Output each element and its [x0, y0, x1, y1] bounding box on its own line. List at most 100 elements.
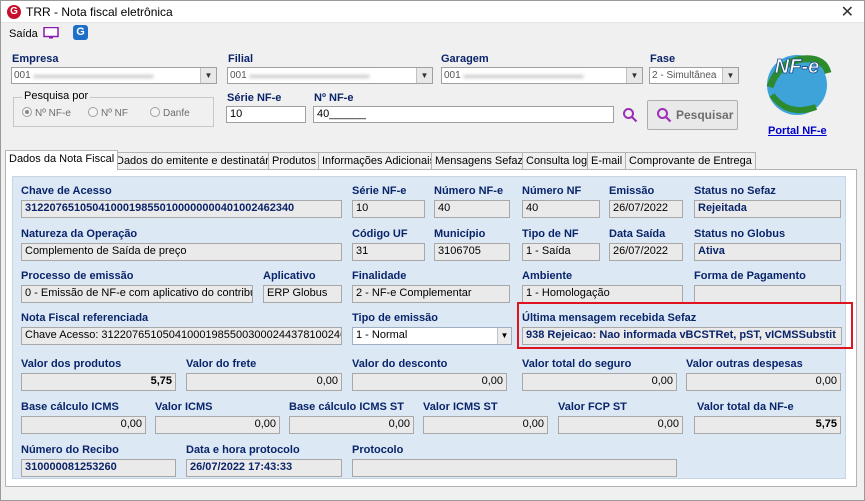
municipio-field[interactable]: 3106705 — [434, 243, 510, 261]
tab-dados-nota[interactable]: Dados da Nota Fiscal — [5, 150, 119, 170]
numero-input[interactable]: 40______ — [313, 106, 614, 123]
radio-nf-label: Nº NF — [101, 108, 128, 119]
ambiente-label: Ambiente — [522, 270, 573, 282]
radio-danfe-label: Danfe — [163, 108, 190, 119]
fase-select[interactable]: 2 - Simultânea ▼ — [649, 67, 739, 84]
numero-label: Nº NF-e — [314, 92, 354, 104]
valor-outras-field[interactable]: 0,00 — [686, 373, 841, 391]
valor-seguro-label: Valor total do seguro — [522, 358, 632, 370]
serie-label: Série NF-e — [227, 92, 282, 104]
chevron-down-icon[interactable]: ▼ — [497, 328, 511, 344]
ambiente-field[interactable]: 1 - Homologação — [522, 285, 683, 303]
numero-nf-field[interactable]: 40 — [522, 200, 600, 218]
data-saida-field[interactable]: 26/07/2022 — [609, 243, 683, 261]
nfe-logo-icon: NF-e — [766, 55, 832, 115]
monitor-icon[interactable] — [43, 27, 59, 39]
valor-desconto-label: Valor do desconto — [352, 358, 448, 370]
numero-recibo-field[interactable]: 310000081253260 — [21, 459, 176, 477]
tab-emitente[interactable]: Dados do emitente e destinatário — [112, 152, 282, 169]
garagem-label: Garagem — [441, 53, 489, 65]
tab-produtos[interactable]: Produtos — [268, 152, 321, 169]
chevron-down-icon[interactable]: ▼ — [200, 68, 216, 83]
tab-email[interactable]: E-mail — [587, 152, 627, 169]
empresa-value: 001 — [14, 70, 31, 81]
pesquisa-label: Pesquisa por — [22, 90, 91, 102]
chevron-down-icon[interactable]: ▼ — [626, 68, 642, 83]
valor-seguro-field[interactable]: 0,00 — [522, 373, 677, 391]
nf-referenciada-label: Nota Fiscal referenciada — [21, 312, 149, 324]
chevron-down-icon[interactable]: ▼ — [416, 68, 432, 83]
forma-pagamento-field[interactable] — [694, 285, 841, 303]
serie-input[interactable]: 10 — [226, 106, 306, 123]
processo-field[interactable]: 0 - Emissão de NF-e com aplicativo do co… — [21, 285, 253, 303]
tab-consulta-log[interactable]: Consulta log — [522, 152, 592, 169]
natureza-label: Natureza da Operação — [21, 228, 138, 240]
radio-nf[interactable]: Nº NF — [88, 107, 128, 119]
radio-nfe-label: Nº NF-e — [35, 108, 71, 119]
radio-unchecked-icon — [88, 107, 98, 117]
serie-nfe-field[interactable]: 10 — [352, 200, 425, 218]
valor-produtos-field[interactable]: 5,75 — [21, 373, 176, 391]
tipo-nf-field[interactable]: 1 - Saída — [522, 243, 600, 261]
highlight-box — [517, 302, 853, 349]
globus-logo-icon: G — [7, 5, 21, 19]
valor-produtos-label: Valor dos produtos — [21, 358, 122, 370]
tab-mensagens[interactable]: Mensagens Sefaz — [431, 152, 528, 169]
radio-unchecked-icon — [150, 107, 160, 117]
radio-nfe[interactable]: Nº NF-e — [22, 107, 71, 119]
aplicativo-field[interactable]: ERP Globus — [263, 285, 342, 303]
valor-frete-field[interactable]: 0,00 — [186, 373, 342, 391]
codigo-uf-field[interactable]: 31 — [352, 243, 425, 261]
close-icon[interactable]: ✕ — [841, 2, 854, 22]
logo-text: NF-e — [775, 56, 819, 78]
chave-label: Chave de Acesso — [21, 185, 112, 197]
processo-label: Processo de emissão — [21, 270, 134, 282]
natureza-field[interactable]: Complemento de Saída de preço — [21, 243, 342, 261]
valor-fcp-st-field[interactable]: 0,00 — [558, 416, 683, 434]
municipio-label: Município — [434, 228, 486, 240]
valor-icms-st-field[interactable]: 0,00 — [423, 416, 548, 434]
status-globus-field[interactable]: Ativa — [694, 243, 841, 261]
serie-nfe-label: Série NF-e — [352, 185, 407, 197]
tipo-emissao-value: 1 - Normal — [356, 329, 408, 341]
radio-danfe[interactable]: Danfe — [150, 107, 190, 119]
filial-value: 001 — [230, 70, 247, 81]
valor-fcp-st-label: Valor FCP ST — [558, 401, 627, 413]
garagem-select[interactable]: 001 ▬▬▬▬▬▬▬▬▬▬▬▬ ▼ — [441, 67, 643, 84]
codigo-uf-label: Código UF — [352, 228, 408, 240]
base-icms-field[interactable]: 0,00 — [21, 416, 146, 434]
numero-nfe-field[interactable]: 40 — [434, 200, 510, 218]
nf-referenciada-field[interactable]: Chave Acesso: 31220765105041000198550030… — [21, 327, 342, 345]
forma-pagamento-label: Forma de Pagamento — [694, 270, 806, 282]
valor-total-nfe-field[interactable]: 5,75 — [694, 416, 841, 434]
emissao-field[interactable]: 26/07/2022 — [609, 200, 683, 218]
tipo-emissao-label: Tipo de emissão — [352, 312, 438, 324]
chave-field[interactable]: 3122076510504100019855010000000040100246… — [21, 200, 342, 218]
tab-informacoes[interactable]: Informações Adicionais — [318, 152, 440, 169]
empresa-label: Empresa — [12, 53, 59, 65]
valor-desconto-field[interactable]: 0,00 — [352, 373, 507, 391]
empresa-select[interactable]: 001 ▬▬▬▬▬▬▬▬▬▬▬▬ ▼ — [11, 67, 217, 84]
pesquisar-label: Pesquisar — [676, 108, 734, 122]
refresh-icon[interactable]: G — [73, 25, 88, 40]
status-sefaz-label: Status no Sefaz — [694, 185, 776, 197]
portal-nfe-link[interactable]: Portal NF-e — [768, 125, 827, 137]
pesquisar-button[interactable]: Pesquisar — [647, 100, 738, 130]
tab-comprovante[interactable]: Comprovante de Entrega — [625, 152, 756, 169]
fase-label: Fase — [650, 53, 676, 65]
valor-outras-label: Valor outras despesas — [686, 358, 803, 370]
tipo-emissao-select[interactable]: 1 - Normal ▼ — [352, 327, 512, 345]
protocolo-field[interactable] — [352, 459, 677, 477]
emissao-label: Emissão — [609, 185, 655, 197]
finalidade-field[interactable]: 2 - NF-e Complementar — [352, 285, 510, 303]
data-protocolo-field[interactable]: 26/07/2022 17:43:33 — [186, 459, 342, 477]
valor-icms-field[interactable]: 0,00 — [155, 416, 280, 434]
filial-select[interactable]: 001 ▬▬▬▬▬▬▬▬▬▬▬▬ ▼ — [227, 67, 433, 84]
chevron-down-icon[interactable]: ▼ — [722, 68, 738, 83]
status-globus-label: Status no Globus — [694, 228, 786, 240]
search-icon[interactable] — [622, 107, 638, 123]
radio-checked-icon — [22, 107, 32, 117]
status-sefaz-field[interactable]: Rejeitada — [694, 200, 841, 218]
base-icms-st-field[interactable]: 0,00 — [289, 416, 414, 434]
valor-frete-label: Valor do frete — [186, 358, 257, 370]
